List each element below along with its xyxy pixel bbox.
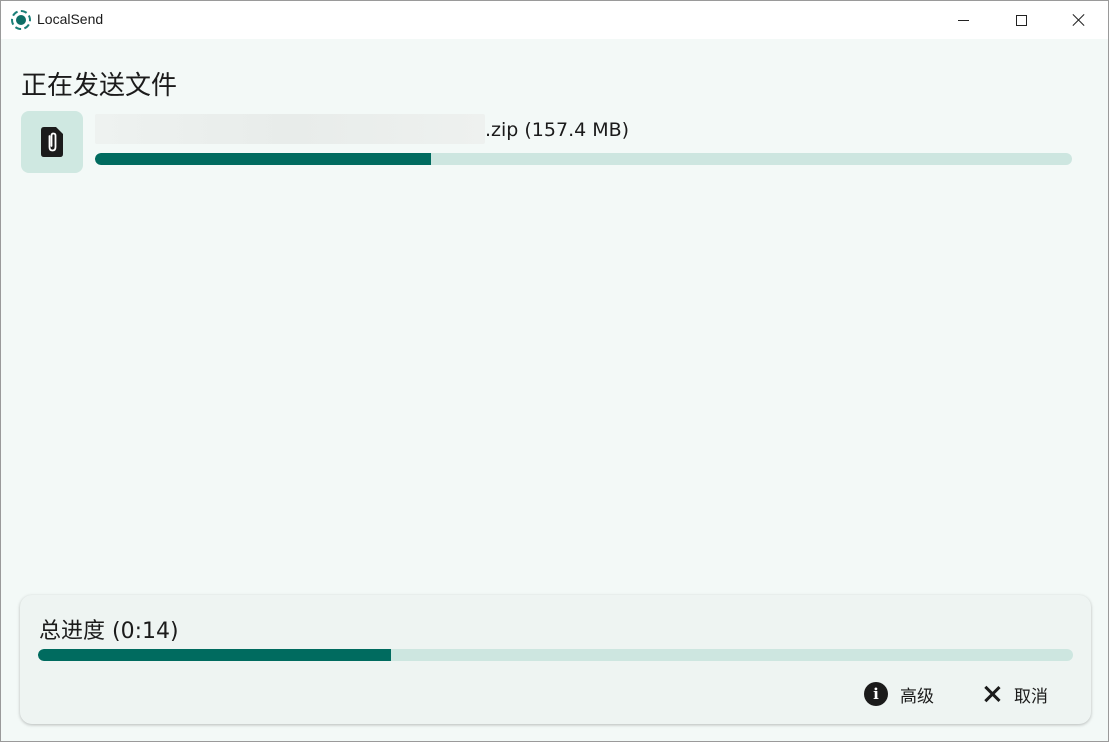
localsend-logo-icon [11,10,31,30]
total-progress-label: 总进度 (0:14) [39,619,179,644]
file-thumbnail [21,111,83,173]
total-progress-fill [38,649,391,661]
minimize-icon [957,19,969,21]
total-progress-bar [38,649,1073,661]
close-icon [982,684,1002,704]
maximize-button[interactable] [992,1,1050,39]
advanced-button[interactable]: i 高级 [864,681,934,707]
file-transfer-item: .zip (157.4 MB) [21,111,1081,175]
close-window-button[interactable] [1050,1,1108,39]
maximize-icon [1015,14,1027,26]
cancel-label: 取消 [1014,686,1048,707]
close-icon [1072,13,1086,27]
cancel-button[interactable]: 取消 [982,681,1048,707]
app-window: LocalSend 正在发送文件 .zip (157.4 MB) 总进度 (0:… [0,0,1109,742]
advanced-label: 高级 [900,686,934,707]
app-title: LocalSend [37,11,104,27]
page-title: 正在发送文件 [21,71,178,101]
total-progress-card: 总进度 (0:14) i 高级 取消 [20,595,1091,724]
file-name-size: .zip (157.4 MB) [485,119,630,141]
file-progress-fill [95,153,432,165]
title-bar[interactable]: LocalSend [1,1,1108,39]
info-icon: i [864,682,888,706]
minimize-button[interactable] [934,1,992,39]
file-attachment-icon [41,127,63,157]
file-name-redacted [95,114,485,144]
file-progress-bar [95,153,1072,165]
